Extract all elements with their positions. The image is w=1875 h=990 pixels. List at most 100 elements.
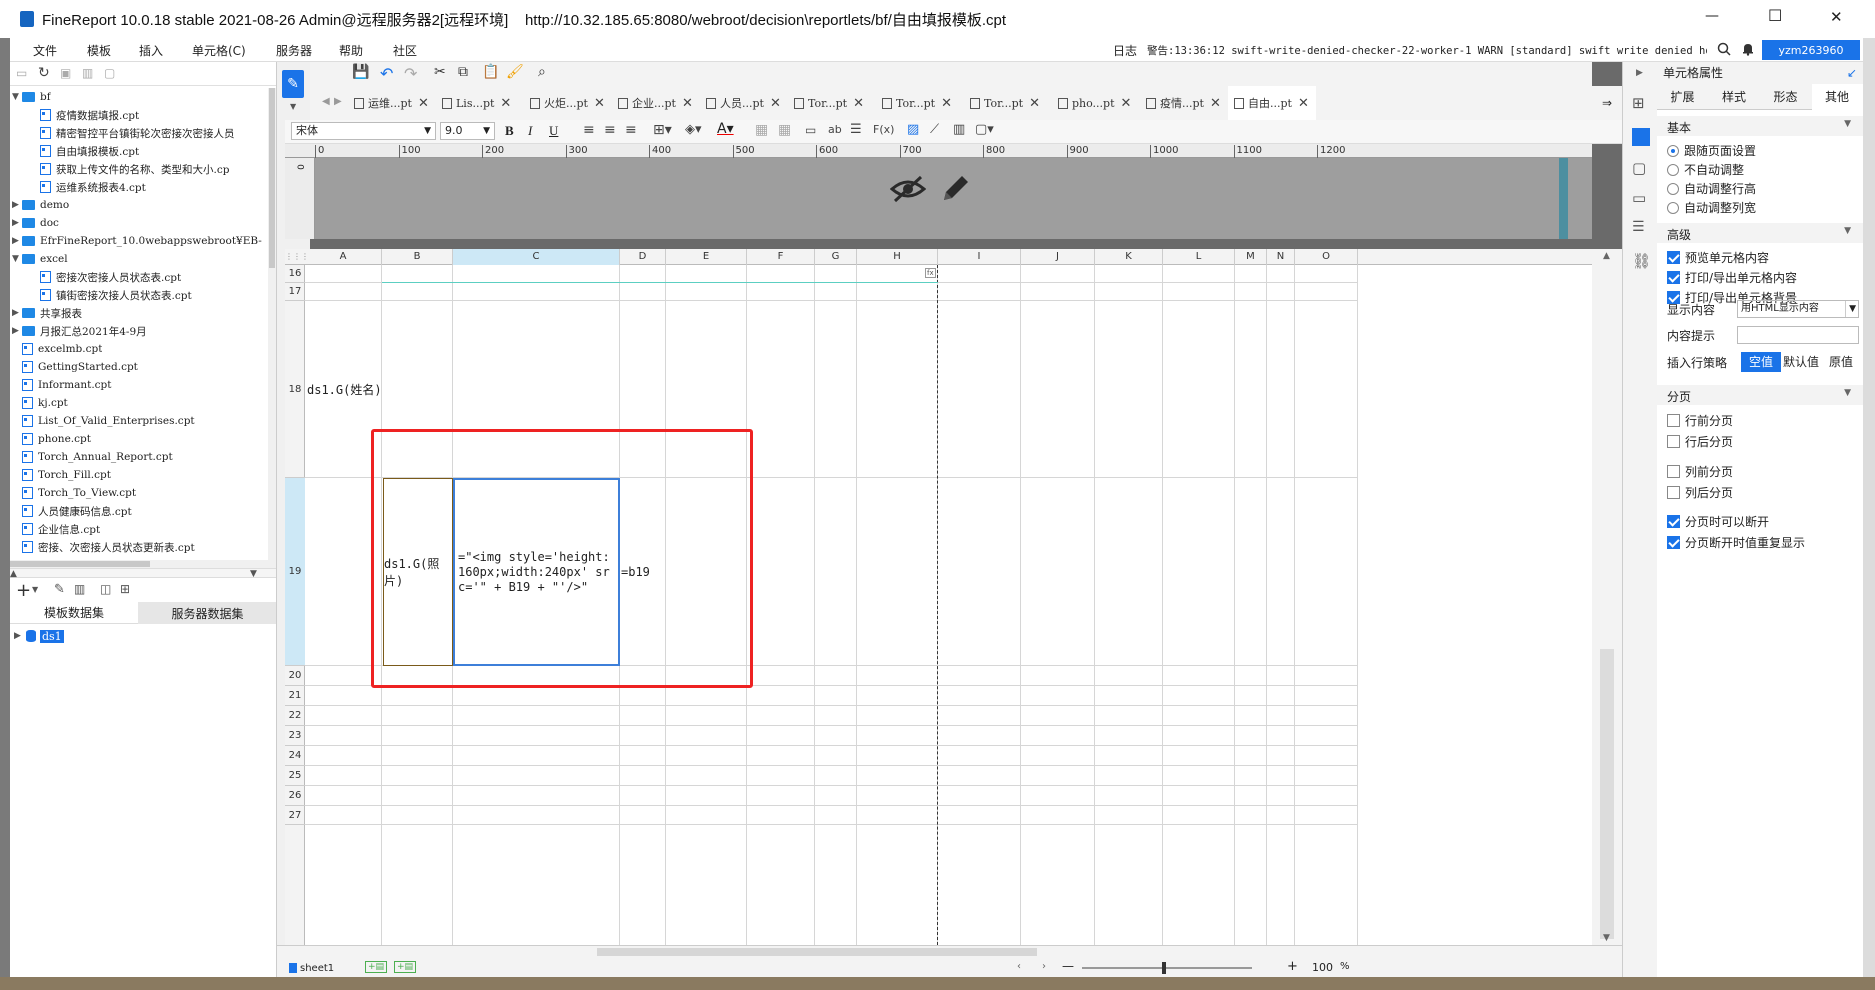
tree-item[interactable]: 密接次密接人员状态表.cpt	[40, 268, 181, 286]
tree-item[interactable]: 镇街密接次接人员状态表.cpt	[40, 286, 192, 304]
editor-tab[interactable]: 企业...pt ✕	[612, 86, 700, 120]
checkbox-option[interactable]: 行前分页	[1667, 412, 1733, 429]
column-header[interactable]: J	[1021, 249, 1095, 265]
formula-icon[interactable]: F(x)	[873, 123, 894, 136]
param-icon[interactable]: ⊞	[120, 582, 130, 596]
tree-item[interactable]: phone.cpt	[22, 430, 91, 448]
property-tab[interactable]: 形态	[1760, 84, 1811, 110]
dataset-item-ds1[interactable]: ▶ ds1	[14, 628, 64, 644]
radio-icon[interactable]	[1667, 182, 1679, 195]
chevron-right-icon[interactable]: ▶	[12, 218, 22, 228]
cell-element-icon[interactable]: ⊞	[1632, 94, 1645, 112]
delete-icon[interactable]: ▥	[82, 66, 93, 80]
image-icon[interactable]: ▨	[907, 122, 919, 137]
close-tab-icon[interactable]: ✕	[1029, 96, 1040, 111]
page-next-icon[interactable]: ›	[1042, 961, 1046, 972]
editor-tab[interactable]: 运维...pt ✕	[348, 86, 436, 120]
chevron-down-icon[interactable]: ▼	[12, 254, 22, 264]
close-tab-icon[interactable]: ✕	[594, 96, 605, 111]
column-header[interactable]: G	[815, 249, 857, 265]
select-all-corner[interactable]: ⋮⋮⋮	[285, 249, 309, 265]
refresh-icon[interactable]: ↻	[38, 65, 50, 81]
checkbox-option[interactable]: 分页时可以断开	[1667, 513, 1769, 530]
close-tab-icon[interactable]: ✕	[1210, 96, 1221, 111]
property-tab[interactable]: 样式	[1709, 84, 1760, 110]
hyperlink-icon[interactable]: ⛓	[1632, 252, 1651, 270]
align-right-icon[interactable]: ≡	[625, 122, 637, 138]
log-button[interactable]: 日志	[1113, 42, 1137, 59]
zoom-value[interactable]: 100	[1312, 961, 1333, 974]
add-report-icon[interactable]: +▤	[394, 961, 416, 973]
row-header[interactable]: 22	[285, 706, 305, 726]
tree-item[interactable]: 运维系统报表4.cpt	[40, 178, 146, 196]
row-header[interactable]: 24	[285, 746, 305, 766]
column-header[interactable]: O	[1295, 249, 1358, 265]
tree-item[interactable]: ▼ excel	[12, 250, 68, 268]
cut-icon[interactable]: ✂	[434, 64, 446, 80]
font-size-select[interactable]: 9.0 ▼	[440, 122, 495, 140]
add-dataset-icon[interactable]: +	[16, 580, 31, 601]
tree-item[interactable]: 人员健康码信息.cpt	[22, 502, 132, 520]
radio-icon[interactable]	[1667, 201, 1679, 214]
column-header[interactable]: A	[305, 249, 382, 265]
checkbox-icon[interactable]	[1667, 536, 1680, 549]
panel-splitter[interactable]: ▲ ▼	[10, 568, 276, 579]
editor-tab[interactable]: 疫情...pt ✕	[1140, 86, 1228, 120]
condition-icon[interactable]: ☰	[1632, 219, 1645, 235]
menu-file[interactable]: 文件	[33, 42, 57, 59]
editor-tab[interactable]: pho...pt ✕	[1052, 86, 1140, 120]
row-header[interactable]: 18	[285, 301, 305, 478]
column-header[interactable]: N	[1267, 249, 1295, 265]
row-header[interactable]: 16	[285, 265, 305, 283]
close-tab-icon[interactable]: ✕	[418, 96, 429, 111]
merge-icon[interactable]: ▦	[755, 122, 768, 138]
close-tab-icon[interactable]: ✕	[770, 96, 781, 111]
chevron-right-icon[interactable]: ▶	[12, 308, 22, 318]
close-button[interactable]: ✕	[1830, 8, 1843, 26]
cell-attr-icon[interactable]	[1632, 128, 1650, 146]
display-content-select[interactable]: 用HTML显示内容 ▼	[1737, 300, 1859, 318]
row-header[interactable]: 21	[285, 686, 305, 706]
radio-option[interactable]: 自动调整行高	[1667, 180, 1756, 197]
tree-item[interactable]: Torch_Annual_Report.cpt	[22, 448, 173, 466]
tree-item[interactable]: ▶ 月报汇总2021年4-9月	[12, 322, 147, 340]
zoom-slider[interactable]	[1082, 962, 1252, 974]
fill-color-icon[interactable]: ◈▾	[685, 122, 702, 137]
row-header[interactable]: 23	[285, 726, 305, 746]
close-tab-icon[interactable]: ✕	[1121, 96, 1132, 111]
checkbox-icon[interactable]	[1667, 271, 1680, 284]
checkbox-icon[interactable]	[1667, 435, 1680, 448]
chevron-right-icon[interactable]: ▶	[12, 326, 22, 336]
close-tab-icon[interactable]: ✕	[682, 96, 693, 111]
editor-tab[interactable]: 自由...pt ✕	[1228, 86, 1316, 120]
sheet-tab[interactable]: sheet1	[289, 960, 334, 976]
menu-server[interactable]: 服务器	[276, 42, 312, 59]
close-tab-icon[interactable]: ✕	[941, 96, 952, 111]
maximize-button[interactable]: ☐	[1768, 6, 1782, 25]
row-header[interactable]: 20	[285, 666, 305, 686]
font-select[interactable]: 宋体 ▼	[291, 122, 436, 140]
editor-tab[interactable]: Tor...pt ✕	[876, 86, 964, 120]
tree-item[interactable]: 密接、次密接人员状态更新表.cpt	[22, 538, 195, 556]
hscroll[interactable]	[277, 946, 1622, 958]
tree-item[interactable]: 获取上传文件的名称、类型和大小.cp	[40, 160, 229, 178]
hidden-eye-icon[interactable]	[889, 174, 927, 204]
editor-tab[interactable]: 火炬...pt ✕	[524, 86, 612, 120]
tree-item[interactable]: 精密智控平台镇街轮次密接次密接人员	[40, 124, 235, 142]
subreport-icon[interactable]: ▢▾	[975, 122, 994, 137]
menu-community[interactable]: 社区	[393, 42, 417, 59]
checkbox-icon[interactable]	[1667, 414, 1680, 427]
zoom-out-button[interactable]: —	[1062, 959, 1074, 973]
tree-item[interactable]: ▶ EfrFineReport_10.0webappswebroot¥EB-	[12, 232, 262, 250]
widget-icon[interactable]: ▭	[1632, 189, 1646, 207]
tree-item[interactable]: excelmb.cpt	[22, 340, 102, 358]
redo-icon[interactable]: ↷	[404, 64, 417, 83]
column-header[interactable]: K	[1095, 249, 1163, 265]
zoom-slider-thumb[interactable]	[1162, 962, 1166, 974]
preview-icon[interactable]: ◫	[100, 582, 111, 596]
tree-item[interactable]: Torch_To_View.cpt	[22, 484, 136, 502]
column-header[interactable]: F	[747, 249, 815, 265]
bar-chart-icon[interactable]: ▥	[953, 122, 965, 137]
section-basic[interactable]: 基本 ▼	[1657, 116, 1863, 136]
dataset-tab-server[interactable]: 服务器数据集	[138, 602, 276, 624]
